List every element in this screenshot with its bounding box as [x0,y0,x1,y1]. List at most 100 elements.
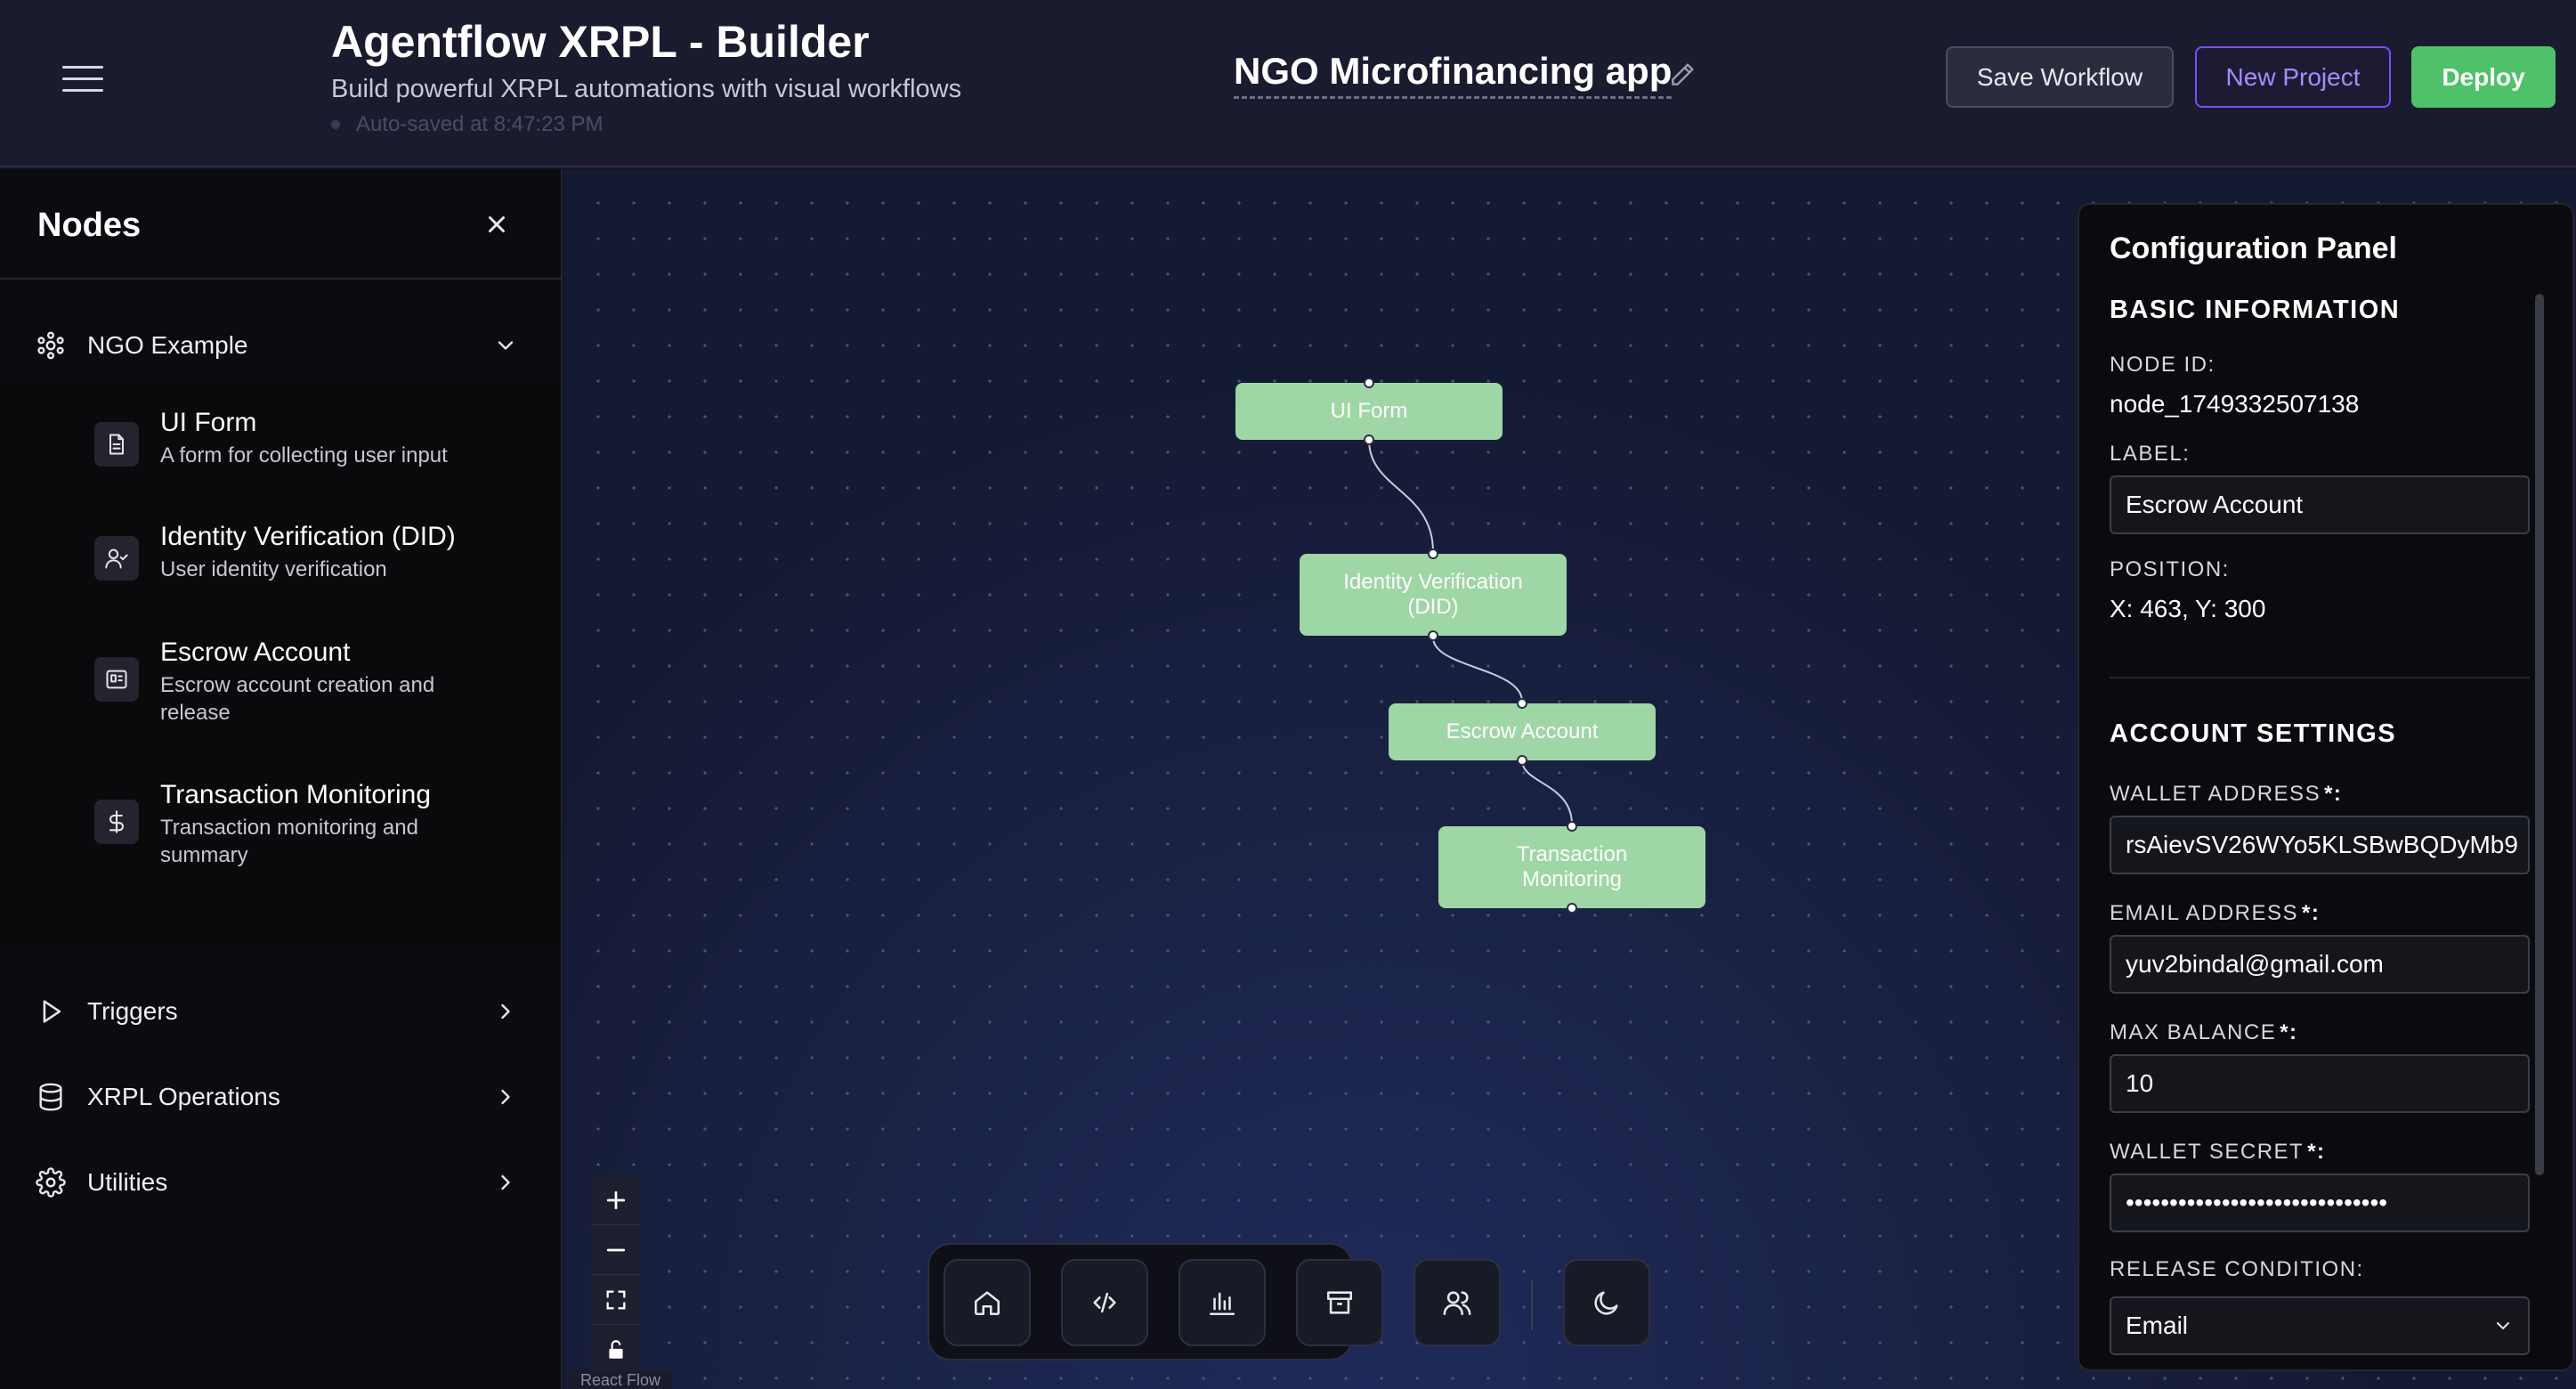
users-icon [1443,1291,1471,1316]
account-settings-heading: ACCOUNT SETTINGS [2110,719,2397,748]
sidebar-divider [0,278,561,280]
category-triggers[interactable]: Triggers [0,980,561,1043]
fit-view-button[interactable] [591,1275,641,1325]
release-condition-select[interactable]: Email [2110,1296,2530,1355]
chevron-right-icon [493,1170,518,1195]
sidebar-title: Nodes [37,207,142,244]
dollar-icon [94,800,139,844]
bottom-dock [928,1243,1650,1361]
user-check-icon [94,536,139,581]
node-item-transaction-monitoring[interactable]: Transaction Monitoring Transaction monit… [0,775,561,881]
flow-controls [591,1175,641,1375]
node-item-title: Transaction Monitoring [160,780,432,809]
zoom-out-button[interactable] [591,1225,641,1275]
node-handle[interactable] [1364,378,1374,388]
node-item-ui-form[interactable]: UI Form A form for collecting user input [0,402,561,491]
category-xrpl-operations[interactable]: XRPL Operations [0,1066,561,1128]
category-label: Triggers [87,997,178,1025]
node-handle[interactable] [1428,630,1438,641]
config-scrollbar[interactable] [2535,294,2544,1175]
node-item-title: UI Form [160,408,257,437]
node-handle[interactable] [1428,548,1438,559]
category-utilities[interactable]: Utilities [0,1151,561,1214]
edge-did-to-escrow [1432,637,1523,703]
category-label: Utilities [87,1168,168,1196]
status-dot-icon [331,120,340,129]
category-label: NGO Example [87,331,248,359]
label-input[interactable]: Escrow Account [2110,475,2530,534]
wallet-secret-input[interactable]: •••••••••••••••••••••••••••••• [2110,1174,2530,1232]
email-address-label: EMAIL ADDRESS *: [2110,901,2321,925]
save-workflow-button[interactable]: Save Workflow [1946,46,2174,108]
release-condition-value: Email [2126,1312,2189,1339]
lock-icon [609,1339,623,1359]
new-project-button[interactable]: New Project [2195,46,2391,108]
escrow-icon [94,657,139,702]
app-header: Agentflow XRPL - Builder Build powerful … [0,0,2576,167]
plus-icon [606,1190,626,1209]
flow-node-transaction-monitoring[interactable]: Transaction Monitoring [1438,826,1705,908]
basic-information-heading: BASIC INFORMATION [2110,296,2401,324]
code-icon [1093,1292,1116,1313]
configuration-panel: Configuration Panel BASIC INFORMATION NO… [2078,203,2574,1371]
analytics-button[interactable] [1179,1259,1266,1346]
node-id-value: node_1749332507138 [2110,390,2360,418]
flow-node-escrow-account[interactable]: Escrow Account [1389,703,1656,760]
node-item-description: A form for collecting user input [160,443,448,467]
flow-node-identity-verification[interactable]: Identity Verification (DID) [1300,554,1567,636]
close-icon[interactable] [481,208,513,240]
node-item-identity-verification[interactable]: Identity Verification (DID) User identit… [0,516,561,605]
fit-view-icon [606,1290,626,1309]
wallet-secret-label: WALLET SECRET *: [2110,1140,2326,1164]
email-address-input[interactable]: yuv2bindal@gmail.com [2110,935,2530,994]
moon-icon [1594,1291,1618,1315]
node-item-description: Escrow account creation and release [160,673,435,725]
category-label: XRPL Operations [87,1083,280,1110]
chevron-down-icon [493,333,518,358]
home-button[interactable] [944,1259,1031,1346]
node-handle[interactable] [1517,755,1527,766]
nodes-sidebar: Nodes NGO Example UI Form A form for col… [0,169,563,1389]
node-handle[interactable] [1517,698,1527,709]
code-button[interactable] [1061,1259,1148,1346]
home-icon [974,1291,1000,1316]
minus-icon [606,1248,626,1251]
node-handle[interactable] [1364,435,1374,445]
wallet-address-input[interactable]: rsAievSV26WYo5KLSBwBQDyMb9 [2110,816,2530,874]
chart-icon [1209,1292,1235,1316]
autosave-status: Auto-saved at 8:47:23 PM [331,112,603,137]
lock-button[interactable] [591,1325,641,1375]
users-button[interactable] [1414,1259,1501,1346]
ngo-node-list: UI Form A form for collecting user input… [0,383,561,951]
config-divider [2110,677,2530,678]
node-item-escrow-account[interactable]: Escrow Account Escrow account creation a… [0,632,561,739]
edge-escrow-to-monitoring [1521,759,1573,825]
react-flow-attribution[interactable]: React Flow [568,1369,674,1389]
app-title: Agentflow XRPL - Builder [331,17,870,67]
release-condition-label: RELEASE CONDITION: [2110,1257,2364,1281]
project-name[interactable]: NGO Microfinancing app [1234,50,1673,99]
node-handle[interactable] [1567,821,1577,832]
zoom-in-button[interactable] [591,1175,641,1225]
menu-icon[interactable] [62,66,103,94]
archive-icon [1326,1291,1353,1314]
archive-button[interactable] [1296,1259,1383,1346]
play-icon [36,996,66,1027]
position-value: X: 463, Y: 300 [2110,595,2266,622]
node-handle[interactable] [1567,903,1577,914]
max-balance-input[interactable]: 10 [2110,1054,2530,1113]
label-label: LABEL: [2110,442,2191,466]
wallet-address-label: WALLET ADDRESS *: [2110,782,2343,806]
app-subtitle: Build powerful XRPL automations with vis… [331,75,962,103]
theme-toggle-button[interactable] [1563,1259,1650,1346]
node-item-description: Transaction monitoring and summary [160,816,418,867]
category-ngo-example[interactable]: NGO Example [0,314,561,377]
pencil-icon[interactable] [1668,61,1697,89]
flow-node-ui-form[interactable]: UI Form [1235,383,1503,440]
dock-separator [1531,1280,1533,1330]
edge-ui-form-to-did [1368,439,1434,553]
config-panel-title: Configuration Panel [2110,232,2397,265]
node-item-title: Escrow Account [160,638,351,667]
chevron-right-icon [493,999,518,1024]
deploy-button[interactable]: Deploy [2411,46,2556,108]
